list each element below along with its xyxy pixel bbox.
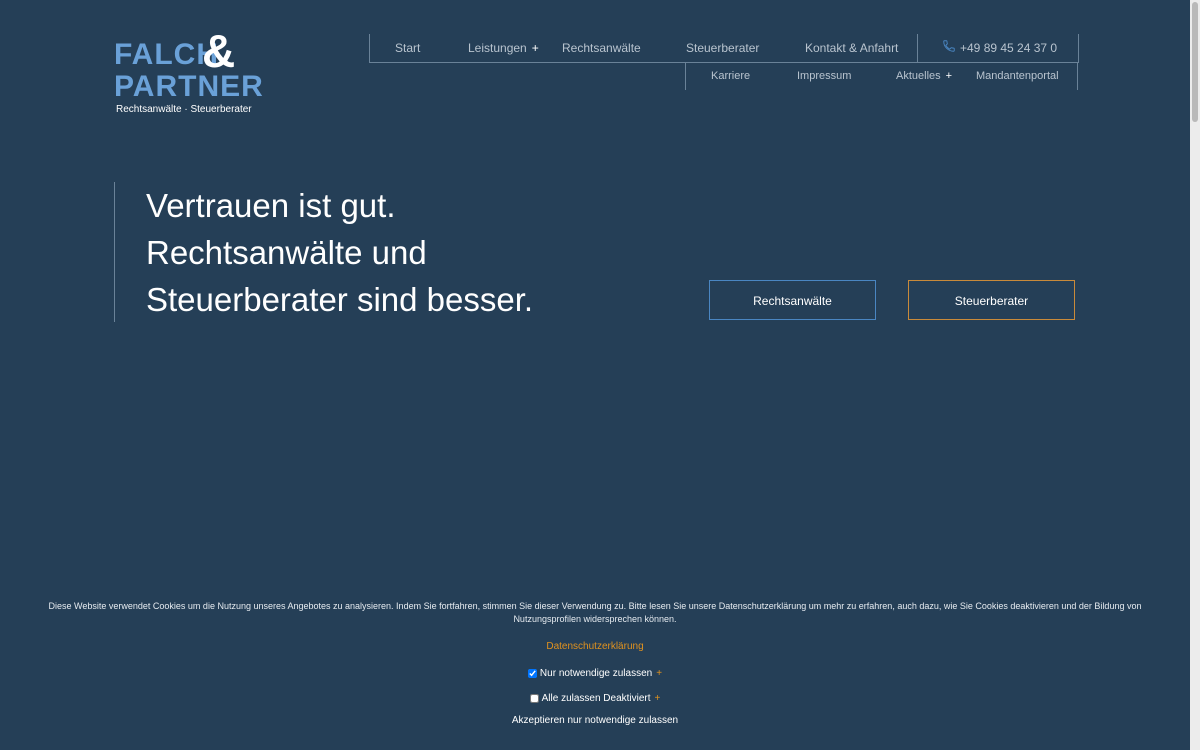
leistungen-expand-icon[interactable]: +	[532, 41, 539, 55]
scrollbar-thumb[interactable]	[1192, 2, 1198, 122]
nav-item-mandantenportal[interactable]: Mandantenportal	[976, 63, 1059, 90]
nav-phone-link[interactable]: +49 89 45 24 37 0	[942, 34, 1057, 62]
nav-item-rechtsanwaelte-label: Rechtsanwälte	[562, 41, 641, 55]
nav-item-mandantenportal-label: Mandantenportal	[976, 70, 1059, 82]
necessary-cookies-label: Nur notwendige zulassen	[539, 668, 653, 679]
cookie-banner: Diese Website verwendet Cookies um die N…	[0, 600, 1190, 728]
nav-item-rechtsanwaelte[interactable]: Rechtsanwälte	[562, 34, 641, 62]
page-scrollbar[interactable]	[1190, 0, 1200, 750]
nav-item-kontakt-label: Kontakt & Anfahrt	[805, 41, 899, 55]
logo-ampersand: &	[202, 25, 236, 77]
cookie-option-all[interactable]: Alle zulassen Deaktiviert +	[0, 693, 1190, 704]
hero-headline: Vertrauen ist gut. Rechtsanwälte und Ste…	[146, 182, 626, 323]
nav-item-steuerberater-label: Steuerberater	[686, 41, 760, 55]
nav-item-impressum[interactable]: Impressum	[797, 63, 851, 90]
nav-item-aktuelles-label: Aktuelles	[896, 70, 941, 82]
nav-item-start-label: Start	[395, 41, 421, 55]
phone-number: +49 89 45 24 37 0	[960, 41, 1058, 55]
nav-item-karriere-label: Karriere	[711, 70, 751, 82]
nav-item-impressum-label: Impressum	[797, 70, 852, 82]
phone-icon	[942, 35, 956, 63]
nav-item-karriere[interactable]: Karriere	[711, 63, 750, 90]
steuerberater-button[interactable]: Steuerberater	[908, 280, 1075, 320]
all-cookies-label: Alle zulassen Deaktiviert	[541, 693, 651, 704]
all-details-expand-icon[interactable]: +	[655, 693, 661, 704]
accept-cookies-button[interactable]: Akzeptieren nur notwendige zulassen	[512, 715, 678, 726]
nav-item-steuerberater[interactable]: Steuerberater	[686, 34, 759, 62]
cookie-option-necessary[interactable]: Nur notwendige zulassen +	[0, 668, 1190, 679]
hero-line-2: Rechtsanwälte und	[146, 234, 427, 271]
hero-line-3: Steuerberater sind besser.	[146, 281, 534, 318]
main-navigation: Start Leistungen + Rechtsanwälte Steuerbe…	[369, 34, 1079, 63]
nav-item-aktuelles[interactable]: Aktuelles +	[896, 63, 952, 90]
privacy-policy-link[interactable]: Datenschutzerklärung	[546, 641, 643, 652]
nav-item-start[interactable]: Start	[395, 34, 420, 62]
nav-item-leistungen-label: Leistungen	[468, 41, 527, 55]
secondary-navigation: Karriere Impressum Aktuelles + Mandantenp…	[685, 63, 1078, 90]
hero-line-1: Vertrauen ist gut.	[146, 187, 396, 224]
nav-divider	[917, 34, 918, 62]
aktuelles-expand-icon[interactable]: +	[946, 70, 952, 82]
hero-accent-line	[114, 182, 115, 322]
necessary-cookies-checkbox[interactable]	[527, 668, 537, 678]
logo-tagline: Rechtsanwälte · Steuerberater	[116, 104, 252, 115]
all-cookies-checkbox[interactable]	[529, 693, 539, 703]
rechtsanwaelte-button[interactable]: Rechtsanwälte	[709, 280, 876, 320]
logo-partner-text: PARTNER	[114, 70, 264, 103]
logo[interactable]: FALCH & PARTNER Rechtsanwälte · Steuerbe…	[114, 28, 263, 116]
cookie-notice-text: Diese Website verwendet Cookies um die N…	[48, 601, 1142, 624]
nav-item-kontakt[interactable]: Kontakt & Anfahrt	[805, 34, 898, 62]
necessary-details-expand-icon[interactable]: +	[656, 668, 662, 679]
nav-item-leistungen[interactable]: Leistungen +	[468, 34, 539, 62]
